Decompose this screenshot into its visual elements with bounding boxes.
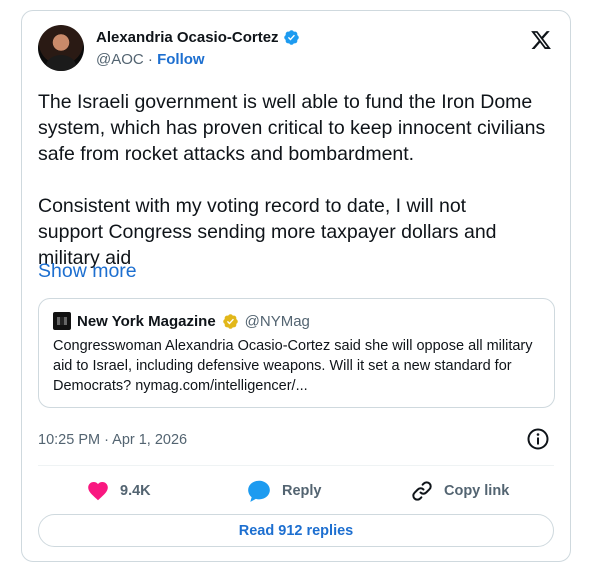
author-handle-row: @AOC · Follow (96, 51, 205, 68)
verified-badge-icon (283, 30, 299, 45)
tweet-text: The Israeli government is well able to f… (38, 89, 553, 271)
author-handle[interactable]: @AOC (96, 51, 144, 68)
copy-link-button[interactable]: Copy link (410, 477, 509, 505)
show-more-link[interactable]: Show more (38, 260, 137, 283)
quoted-tweet-header: New York Magazine @NYMag (53, 312, 310, 330)
tweet-timestamp[interactable]: 10:25 PM · Apr 1, 2026 (38, 432, 187, 448)
quoted-tweet-text: Congresswoman Alexandria Ocasio-Cortez s… (53, 338, 533, 394)
quoted-author-handle: @NYMag (244, 312, 310, 330)
read-replies-button[interactable]: Read 912 replies (38, 514, 554, 547)
tweet-header: Alexandria Ocasio-Cortez @AOC · Follow (38, 25, 554, 75)
author-avatar[interactable] (38, 25, 84, 71)
divider (38, 465, 554, 466)
reply-button[interactable]: Reply (246, 477, 322, 505)
like-count: 9.4K (120, 483, 151, 499)
tweet-card: Alexandria Ocasio-Cortez @AOC · Follow T… (21, 10, 571, 562)
quoted-author-name: New York Magazine (77, 312, 216, 330)
reply-bubble-icon (248, 480, 270, 502)
reply-label: Reply (282, 483, 322, 499)
tweet-paragraph-1: The Israeli government is well able to f… (38, 91, 546, 165)
info-icon[interactable] (526, 427, 550, 451)
x-logo-icon[interactable] (530, 29, 552, 51)
author-name-row: Alexandria Ocasio-Cortez (96, 29, 300, 46)
quoted-tweet[interactable]: New York Magazine @NYMag Congresswoman A… (38, 298, 555, 408)
action-bar: 9.4K Reply Copy link (38, 477, 554, 507)
handle-separator: · (147, 51, 153, 68)
like-button[interactable]: 9.4K (86, 477, 151, 505)
heart-icon (88, 482, 108, 501)
tweet-paragraph-2: Consistent with my voting record to date… (38, 195, 497, 269)
copy-link-label: Copy link (444, 483, 510, 499)
follow-button[interactable]: Follow (157, 51, 205, 68)
gold-verified-badge-icon (222, 313, 238, 329)
author-name[interactable]: Alexandria Ocasio-Cortez (96, 29, 279, 46)
nymag-avatar (53, 312, 71, 330)
link-icon (412, 481, 432, 501)
